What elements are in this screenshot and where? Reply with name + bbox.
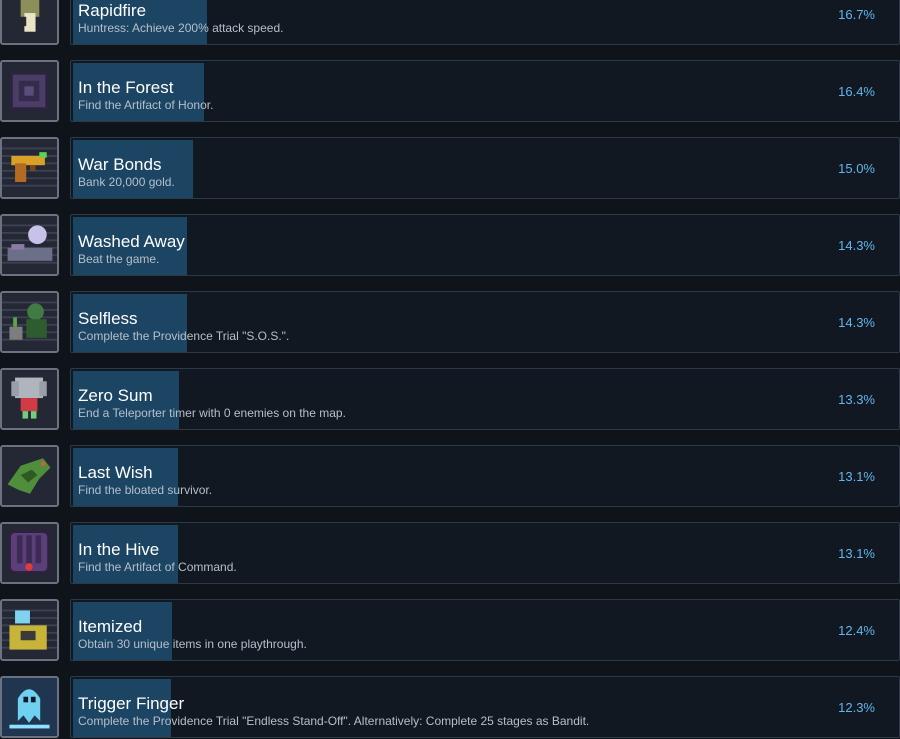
- achievement-row[interactable]: Rapidfire Huntress: Achieve 200% attack s…: [0, 0, 900, 47]
- achievement-title: War Bonds: [78, 155, 162, 174]
- itemized-survivor-icon: [0, 599, 59, 661]
- achievement-progress-bar: In the Forest Find the Artifact of Honor.…: [70, 60, 900, 122]
- unlock-percentage: 15.0%: [838, 161, 875, 176]
- achievement-row[interactable]: Last Wish Find the bloated survivor. 13.1%: [0, 445, 900, 509]
- achievement-title: In the Hive: [78, 540, 160, 559]
- achievement-description: Bank 20,000 gold.: [78, 175, 175, 189]
- achievement-title: Trigger Finger: [78, 694, 185, 713]
- gold-pistol-icon: [0, 137, 59, 199]
- artifact-command-icon: [0, 522, 59, 584]
- unlock-percentage: 14.3%: [838, 238, 875, 253]
- achievement-title: Selfless: [78, 309, 138, 328]
- huntress-bow-icon: [0, 0, 59, 45]
- trigger-finger-ghost-icon: [0, 676, 59, 738]
- achievement-progress-bar: Last Wish Find the bloated survivor. 13.1%: [70, 445, 900, 507]
- artifact-honor-icon: [0, 60, 59, 122]
- achievement-title: Last Wish: [78, 463, 153, 482]
- achievement-progress-bar: Trigger Finger Complete the Providence Tr…: [70, 676, 900, 738]
- achievement-title: In the Forest: [78, 78, 174, 97]
- achievement-row[interactable]: Washed Away Beat the game. 14.3%: [0, 214, 900, 278]
- achievement-row[interactable]: Trigger Finger Complete the Providence Tr…: [0, 676, 900, 739]
- achievement-description: Beat the game.: [78, 252, 160, 266]
- achievement-description: Find the Artifact of Command.: [78, 560, 237, 574]
- achievement-progress-bar: Washed Away Beat the game. 14.3%: [70, 214, 900, 276]
- achievement-description: End a Teleporter timer with 0 enemies on…: [78, 406, 346, 420]
- achievement-progress-bar: War Bonds Bank 20,000 gold. 15.0%: [70, 137, 900, 199]
- achievement-description: Complete the Providence Trial "Endless S…: [78, 714, 590, 728]
- achievement-progress-bar: Selfless Complete the Providence Trial "S…: [70, 291, 900, 353]
- achievement-progress-bar: Rapidfire Huntress: Achieve 200% attack s…: [70, 0, 900, 45]
- unlock-percentage: 12.4%: [838, 623, 875, 638]
- unlock-percentage: 12.3%: [838, 700, 875, 715]
- unlock-percentage: 16.4%: [838, 84, 875, 99]
- achievement-title: Itemized: [78, 617, 143, 636]
- last-wish-creature-icon: [0, 445, 59, 507]
- achievement-title: Zero Sum: [78, 386, 153, 405]
- achievement-title: Rapidfire: [78, 1, 147, 20]
- unlock-percentage: 14.3%: [838, 315, 875, 330]
- unlock-percentage: 16.7%: [838, 7, 875, 22]
- unlock-percentage: 13.1%: [838, 546, 875, 561]
- achievement-description: Obtain 30 unique items in one playthroug…: [78, 637, 307, 651]
- achievement-description: Complete the Providence Trial "S.O.S.".: [78, 329, 290, 343]
- achievement-description: Find the Artifact of Honor.: [78, 98, 214, 112]
- achievement-row[interactable]: Zero Sum End a Teleporter timer with 0 en…: [0, 368, 900, 432]
- achievement-row[interactable]: Selfless Complete the Providence Trial "S…: [0, 291, 900, 355]
- achievement-progress-bar: Itemized Obtain 30 unique items in one pl…: [70, 599, 900, 661]
- achievement-row[interactable]: In the Forest Find the Artifact of Honor.…: [0, 60, 900, 124]
- achievement-progress-bar: In the Hive Find the Artifact of Command.…: [70, 522, 900, 584]
- unlock-percentage: 13.1%: [838, 469, 875, 484]
- selfless-robot-icon: [0, 291, 59, 353]
- achievement-title: Washed Away: [78, 232, 185, 251]
- achievement-progress-bar: Zero Sum End a Teleporter timer with 0 en…: [70, 368, 900, 430]
- washed-away-icon: [0, 214, 59, 276]
- zero-sum-mech-icon: [0, 368, 59, 430]
- achievement-row[interactable]: Itemized Obtain 30 unique items in one pl…: [0, 599, 900, 663]
- achievement-row[interactable]: War Bonds Bank 20,000 gold. 15.0%: [0, 137, 900, 201]
- achievement-row[interactable]: In the Hive Find the Artifact of Command.…: [0, 522, 900, 586]
- unlock-percentage: 13.3%: [838, 392, 875, 407]
- achievement-description: Huntress: Achieve 200% attack speed.: [78, 21, 284, 35]
- achievement-description: Find the bloated survivor.: [78, 483, 213, 497]
- achievement-list: Rapidfire Huntress: Achieve 200% attack s…: [0, 0, 900, 739]
